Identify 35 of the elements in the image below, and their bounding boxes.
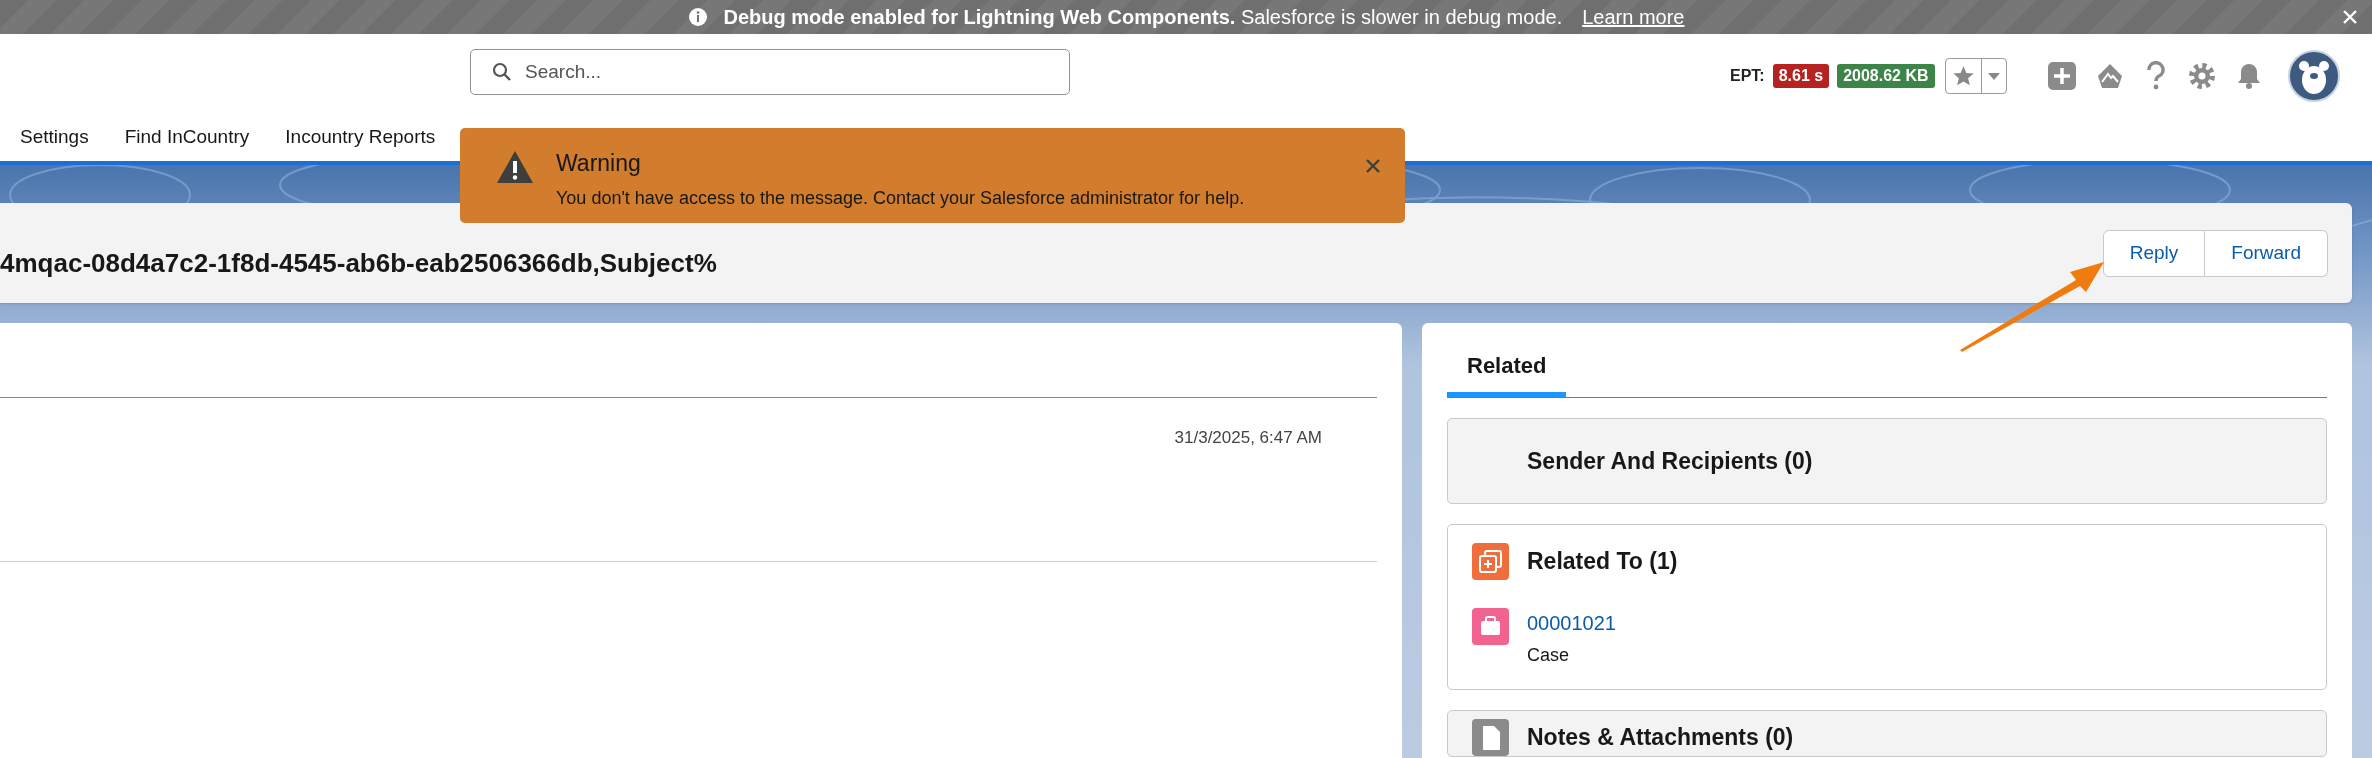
help-icon[interactable] [2144, 61, 2168, 91]
related-tab[interactable]: Related [1447, 349, 1567, 397]
related-list-title: Sender And Recipients (0) [1527, 446, 1813, 476]
warning-icon [496, 150, 534, 184]
ept-time-badge: 8.61 s [1772, 64, 1830, 88]
add-icon[interactable] [2048, 62, 2076, 90]
debug-message: Debug mode enabled for Lightning Web Components. Salesforce is slower in debug mode. [723, 5, 1563, 30]
search-field[interactable]: Search... [470, 49, 1070, 95]
toast-title: Warning [556, 149, 642, 178]
mountain-icon[interactable] [2096, 62, 2124, 90]
record-title: 4mqac-08d4a7c2-1f8d-4545-ab6b-eab2506366db,Subject% [0, 246, 717, 280]
caret-icon [1987, 72, 2000, 80]
related-list-icon [1472, 543, 1509, 580]
toast-message: You don't have access to the message. Contact your Salesforce administrator for help. [556, 186, 1246, 210]
nav-item[interactable]: Incountry Reports [285, 123, 436, 152]
reply-button[interactable]: Reply [2102, 229, 2206, 277]
record-type: Case [1527, 644, 1571, 667]
bell-icon[interactable] [2236, 62, 2262, 90]
ept-size-badge: 2008.62 KB [1837, 64, 1935, 88]
close-icon[interactable] [1365, 158, 1381, 174]
message-date: 31/3/2025, 6:47 AM [1174, 427, 1322, 449]
settings-icon[interactable] [2188, 62, 2216, 90]
ept-label: EPT: [1730, 66, 1765, 86]
search-icon [492, 62, 512, 82]
case-link[interactable]: 00001021 [1527, 608, 1616, 638]
avatar[interactable] [2288, 50, 2340, 102]
favorites-button[interactable] [1944, 58, 2007, 94]
nav-item[interactable]: Settings [20, 123, 89, 152]
related-list-title: Notes & Attachments (0) [1527, 723, 1794, 753]
related-list-title: Related To (1) [1527, 547, 1678, 577]
nav-item[interactable]: Find InCountry [124, 123, 250, 152]
forward-button[interactable]: Forward [2205, 229, 2328, 277]
info-icon [687, 7, 708, 27]
briefcase-icon [1472, 608, 1509, 645]
learn-more-link[interactable]: Learn more [1582, 2, 1685, 32]
